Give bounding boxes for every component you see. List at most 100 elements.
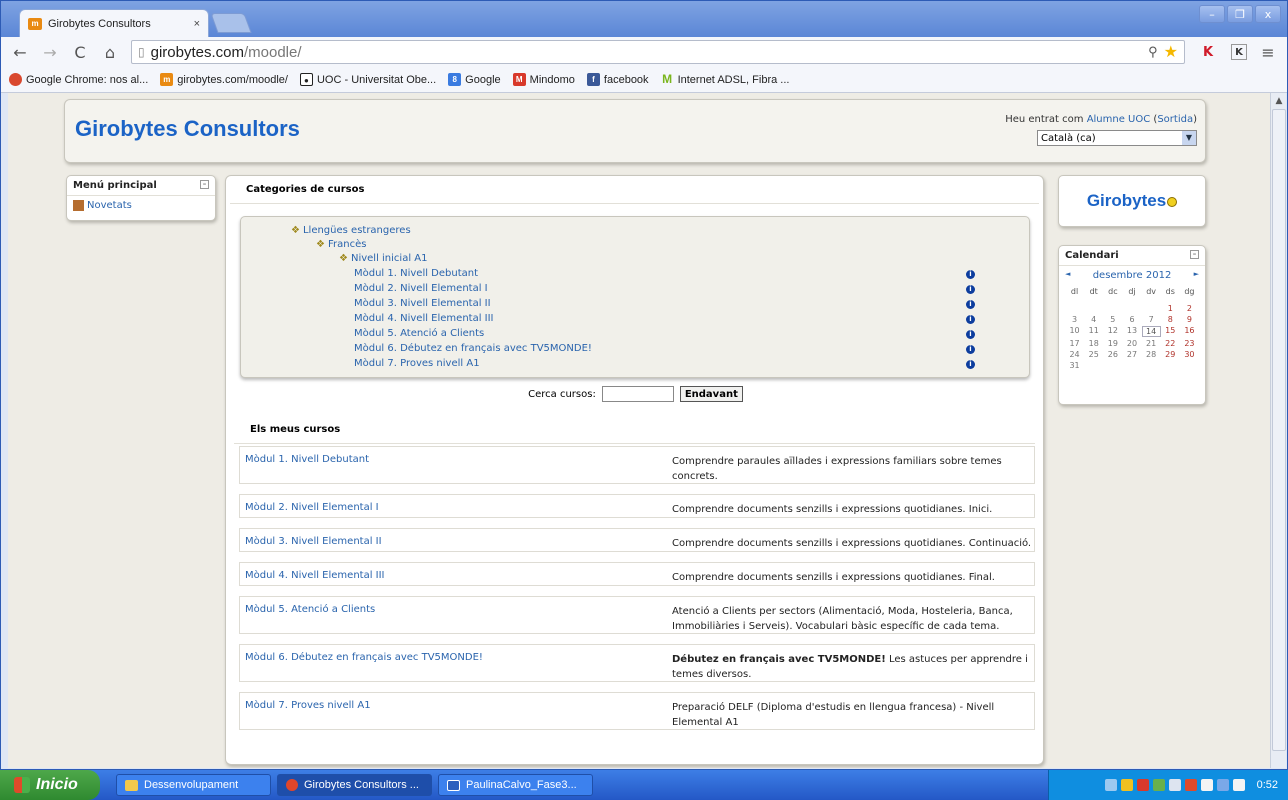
calendar-day[interactable]: 3 bbox=[1065, 315, 1084, 324]
battery-icon[interactable] bbox=[1184, 779, 1197, 791]
course-link[interactable]: Mòdul 1. Nivell Debutant bbox=[354, 268, 478, 279]
tab-close-icon[interactable]: × bbox=[194, 18, 200, 30]
back-icon[interactable]: ← bbox=[11, 43, 29, 62]
next-month-icon[interactable]: ► bbox=[1194, 270, 1199, 281]
menu-item-novetats[interactable]: Novetats bbox=[67, 196, 215, 215]
calendar-day[interactable]: 10 bbox=[1065, 326, 1084, 337]
network-icon[interactable] bbox=[1104, 779, 1117, 791]
minimize-button[interactable]: – bbox=[1199, 5, 1225, 23]
calendar-day[interactable]: 12 bbox=[1103, 326, 1122, 337]
bookmark-item[interactable]: M Mindomo bbox=[512, 73, 575, 86]
bookmark-item[interactable]: M Internet ADSL, Fibra ... bbox=[661, 73, 789, 86]
bookmark-item[interactable]: ● UOC - Universitat Obe... bbox=[299, 73, 436, 86]
bookmark-item[interactable]: Google Chrome: nos al... bbox=[9, 73, 148, 86]
scroll-thumb[interactable] bbox=[1272, 109, 1286, 751]
prev-month-icon[interactable]: ◄ bbox=[1065, 270, 1070, 281]
calendar-day[interactable]: 31 bbox=[1065, 361, 1084, 370]
calendar-day[interactable]: 6 bbox=[1122, 315, 1141, 324]
calendar-day[interactable]: 19 bbox=[1103, 339, 1122, 348]
course-name-link[interactable]: Mòdul 1. Nivell Debutant bbox=[240, 447, 670, 483]
logout-link[interactable]: Sortida bbox=[1157, 114, 1193, 125]
browser-tab[interactable]: m Girobytes Consultors × bbox=[19, 9, 209, 37]
calendar-day[interactable]: 25 bbox=[1084, 350, 1103, 359]
bookmark-item[interactable]: m girobytes.com/moodle/ bbox=[160, 73, 288, 86]
extension-k-box-icon[interactable]: K bbox=[1231, 44, 1247, 60]
course-link[interactable]: Mòdul 7. Proves nivell A1 bbox=[354, 358, 480, 369]
calendar-day[interactable]: 8 bbox=[1161, 315, 1180, 324]
info-icon[interactable]: i bbox=[966, 285, 975, 294]
taskbar-button[interactable]: Dessenvolupament bbox=[116, 774, 271, 796]
keyboard-icon[interactable] bbox=[1168, 779, 1181, 791]
calendar-day[interactable]: 13 bbox=[1122, 326, 1141, 337]
user-link[interactable]: Alumne UOC bbox=[1087, 114, 1151, 125]
course-link[interactable]: Mòdul 2. Nivell Elemental I bbox=[354, 283, 488, 294]
taskbar-button[interactable]: PaulinaCalvo_Fase3... bbox=[438, 774, 593, 796]
bookmark-star-icon[interactable]: ★ bbox=[1164, 42, 1178, 62]
course-name-link[interactable]: Mòdul 5. Atenció a Clients bbox=[240, 597, 670, 633]
calendar-day[interactable]: 7 bbox=[1142, 315, 1161, 324]
calendar-day[interactable]: 30 bbox=[1180, 350, 1199, 359]
calendar-day[interactable]: 1 bbox=[1161, 304, 1180, 313]
category-nivell-inicial[interactable]: ❖ Nivell inicial A1 bbox=[339, 253, 428, 264]
home-icon[interactable]: ⌂ bbox=[101, 43, 119, 62]
calendar-day[interactable]: 28 bbox=[1142, 350, 1161, 359]
calendar-month[interactable]: desembre 2012 bbox=[1093, 270, 1172, 281]
bookmark-item[interactable]: 8 Google bbox=[448, 73, 501, 86]
course-link[interactable]: Mòdul 5. Atenció a Clients bbox=[354, 328, 484, 339]
calendar-day[interactable]: 22 bbox=[1161, 339, 1180, 348]
calendar-day[interactable]: 29 bbox=[1161, 350, 1180, 359]
calendar-day[interactable]: 26 bbox=[1103, 350, 1122, 359]
calendar-day[interactable]: 14 bbox=[1141, 326, 1161, 337]
category-frances[interactable]: ❖ Francès bbox=[316, 239, 366, 250]
site-title[interactable]: Girobytes Consultors bbox=[75, 116, 300, 142]
calendar-day[interactable]: 15 bbox=[1161, 326, 1180, 337]
calendar-day[interactable]: 4 bbox=[1084, 315, 1103, 324]
antivirus-icon[interactable] bbox=[1136, 779, 1149, 791]
address-bar[interactable]: ▯ girobytes.com/moodle/ ⚲ ★ bbox=[131, 40, 1185, 64]
maximize-button[interactable]: ❐ bbox=[1227, 5, 1253, 23]
course-link[interactable]: Mòdul 3. Nivell Elemental II bbox=[354, 298, 491, 309]
course-link[interactable]: Mòdul 4. Nivell Elemental III bbox=[354, 313, 494, 324]
calendar-day[interactable]: 24 bbox=[1065, 350, 1084, 359]
reload-icon[interactable]: C bbox=[71, 43, 89, 62]
info-icon[interactable]: i bbox=[966, 345, 975, 354]
taskbar-button[interactable]: Girobytes Consultors ... bbox=[277, 774, 432, 796]
course-name-link[interactable]: Mòdul 7. Proves nivell A1 bbox=[240, 693, 670, 729]
course-name-link[interactable]: Mòdul 2. Nivell Elemental I bbox=[240, 495, 670, 517]
collapse-icon[interactable]: – bbox=[1190, 250, 1199, 259]
vertical-scrollbar[interactable]: ▲ bbox=[1270, 93, 1286, 768]
forward-icon[interactable]: → bbox=[41, 43, 59, 62]
calendar-day[interactable]: 17 bbox=[1065, 339, 1084, 348]
calendar-day[interactable]: 5 bbox=[1103, 315, 1122, 324]
calendar-day[interactable]: 27 bbox=[1122, 350, 1141, 359]
calendar-day[interactable]: 23 bbox=[1180, 339, 1199, 348]
menu-icon[interactable]: ≡ bbox=[1259, 43, 1277, 62]
info-icon[interactable]: i bbox=[966, 300, 975, 309]
security-icon[interactable] bbox=[1120, 779, 1133, 791]
calendar-day[interactable]: 2 bbox=[1180, 304, 1199, 313]
scroll-up-icon[interactable]: ▲ bbox=[1271, 93, 1287, 109]
wifi-icon[interactable] bbox=[1232, 779, 1245, 791]
info-icon[interactable]: i bbox=[966, 360, 975, 369]
extension-k-red-icon[interactable]: K bbox=[1197, 42, 1219, 62]
search-input[interactable] bbox=[601, 386, 674, 402]
course-link[interactable]: Mòdul 6. Débutez en français avec TV5MON… bbox=[354, 343, 592, 354]
category-llengues[interactable]: ❖ Llengües estrangeres bbox=[291, 225, 411, 236]
course-name-link[interactable]: Mòdul 3. Nivell Elemental II bbox=[240, 529, 670, 551]
search-button[interactable]: Endavant bbox=[679, 386, 743, 402]
display-icon[interactable] bbox=[1216, 779, 1229, 791]
volume-icon[interactable] bbox=[1200, 779, 1213, 791]
calendar-day[interactable]: 20 bbox=[1122, 339, 1141, 348]
course-name-link[interactable]: Mòdul 6. Débutez en français avec TV5MON… bbox=[240, 645, 670, 681]
collapse-icon[interactable]: – bbox=[200, 180, 209, 189]
calendar-day[interactable]: 18 bbox=[1084, 339, 1103, 348]
calendar-day[interactable]: 21 bbox=[1142, 339, 1161, 348]
calendar-day[interactable]: 9 bbox=[1180, 315, 1199, 324]
new-tab-button[interactable] bbox=[210, 13, 252, 33]
language-select[interactable]: Català (ca) ▼ bbox=[1037, 130, 1197, 146]
calendar-day[interactable]: 16 bbox=[1180, 326, 1199, 337]
zoom-icon[interactable]: ⚲ bbox=[1148, 44, 1158, 60]
sync-icon[interactable] bbox=[1152, 779, 1165, 791]
bookmark-item[interactable]: f facebook bbox=[586, 73, 649, 86]
info-icon[interactable]: i bbox=[966, 315, 975, 324]
